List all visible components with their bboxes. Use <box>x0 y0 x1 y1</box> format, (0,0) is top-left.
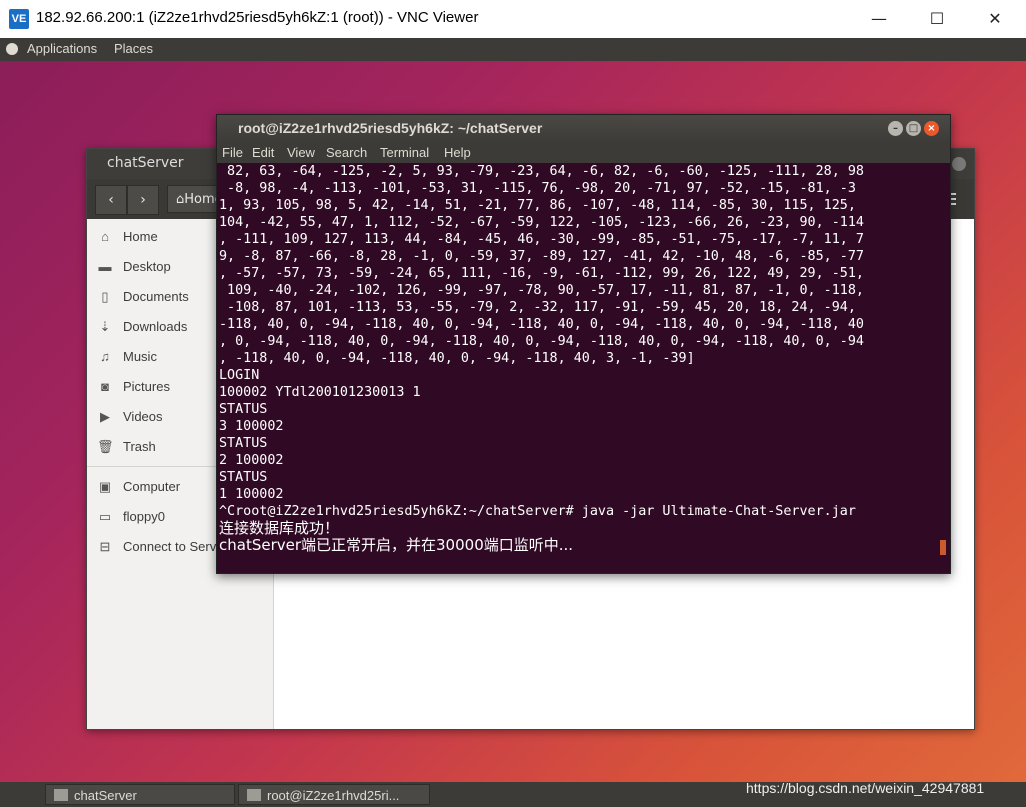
back-button[interactable]: ‹ <box>95 185 127 215</box>
terminal-line: 连接数据库成功！ <box>219 519 340 537</box>
close-button[interactable]: ✕ <box>966 0 1024 38</box>
applications-menu[interactable]: Applications <box>27 41 97 56</box>
terminal-line: -8, 98, -4, -113, -101, -53, 31, -115, 7… <box>219 181 856 196</box>
camera-icon: ◙ <box>101 379 109 394</box>
drive-icon: ▭ <box>98 509 112 524</box>
terminal-line: 104, -42, 55, 47, 1, 112, -52, -67, -59,… <box>219 215 864 230</box>
minimize-button[interactable]: — <box>850 0 908 38</box>
terminal-line: 109, -40, -24, -102, 126, -99, -97, -78,… <box>219 283 864 298</box>
terminal-minimize-icon[interactable]: – <box>888 121 903 136</box>
forward-button[interactable]: › <box>127 185 159 215</box>
maximize-button[interactable]: ☐ <box>908 0 966 38</box>
sidebar-item-label: floppy0 <box>123 509 165 524</box>
video-icon: ▶ <box>100 409 110 424</box>
sidebar-item-label: Videos <box>123 409 163 424</box>
top-panel: Applications Places <box>0 38 1026 61</box>
menu-view[interactable]: View <box>287 145 315 160</box>
vnc-logo-icon: VE <box>9 9 29 29</box>
terminal-line: 100002 YTdl200101230013 1 <box>219 385 421 400</box>
menu-search[interactable]: Search <box>326 145 367 160</box>
terminal-output[interactable]: 82, 63, -64, -125, -2, 5, 93, -79, -23, … <box>219 163 946 569</box>
document-icon: ▯ <box>101 289 109 304</box>
music-icon: ♫ <box>100 349 110 364</box>
terminal-line: ^Croot@iZ2ze1rhvd25riesd5yh6kZ:~/chatSer… <box>219 504 856 519</box>
sidebar-item-label: Trash <box>123 439 156 454</box>
file-manager-title: chatServer <box>107 155 184 171</box>
sidebar-item-label: Computer <box>123 479 181 494</box>
taskbar-item-chatserver[interactable]: chatServer <box>45 784 235 805</box>
terminal-cursor <box>940 540 946 555</box>
terminal-line: 9, -8, 87, -66, -8, 28, -1, 0, -59, 37, … <box>219 249 864 264</box>
sidebar-item-label: Desktop <box>123 259 171 274</box>
terminal-line: 1 100002 <box>219 487 284 502</box>
sidebar-item-label: Connect to Server <box>123 539 228 554</box>
home-icon: ⌂ <box>101 229 109 244</box>
menu-file[interactable]: File <box>222 145 243 160</box>
menu-terminal[interactable]: Terminal <box>380 145 429 160</box>
terminal-line: 82, 63, -64, -125, -2, 5, 93, -79, -23, … <box>219 164 864 179</box>
terminal-titlebar: root@iZ2ze1rhvd25riesd5yh6kZ: ~/chatServ… <box>217 115 950 143</box>
terminal-line: , -111, 109, 127, 113, 44, -84, -45, 46,… <box>219 232 864 247</box>
sidebar-item-label: Pictures <box>123 379 170 394</box>
terminal-line: LOGIN <box>219 368 260 383</box>
terminal-window: root@iZ2ze1rhvd25riesd5yh6kZ: ~/chatServ… <box>216 114 951 574</box>
sidebar-item-label: Documents <box>123 289 189 304</box>
desktop-icon: ▬ <box>98 259 112 274</box>
terminal-line: , 0, -94, -118, 40, 0, -94, -118, 40, 0,… <box>219 334 864 349</box>
terminal-line: STATUS <box>219 402 268 417</box>
network-icon: ⊟ <box>99 539 111 554</box>
sidebar-item-label: Downloads <box>123 319 188 334</box>
terminal-line: STATUS <box>219 436 268 451</box>
file-manager-close-icon[interactable] <box>952 157 966 171</box>
menu-help[interactable]: Help <box>444 145 471 160</box>
places-menu[interactable]: Places <box>114 41 153 56</box>
terminal-title: root@iZ2ze1rhvd25riesd5yh6kZ: ~/chatServ… <box>238 120 543 136</box>
ubuntu-desktop: Applications Places chatServer ‹ › ⌂ Home… <box>0 38 1026 782</box>
folder-icon <box>54 789 68 801</box>
terminal-icon <box>247 789 261 801</box>
terminal-line: , -118, 40, 0, -94, -118, 40, 0, -94, -1… <box>219 351 695 366</box>
terminal-line: chatServer端已正常开启，并在30000端口监听中... <box>219 536 574 554</box>
terminal-line: 1, 93, 105, 98, 5, 42, -14, 51, -21, 77,… <box>219 198 856 213</box>
menu-edit[interactable]: Edit <box>252 145 274 160</box>
terminal-line: -108, 87, 101, -113, 53, -55, -79, 2, -3… <box>219 300 856 315</box>
trash-icon: 🗑 <box>97 439 114 454</box>
terminal-close-icon[interactable]: × <box>924 121 939 136</box>
terminal-line: STATUS <box>219 470 268 485</box>
computer-icon: ▣ <box>98 479 112 494</box>
taskbar-item-terminal[interactable]: root@iZ2ze1rhvd25ri... <box>238 784 430 805</box>
terminal-line: -118, 40, 0, -94, -118, 40, 0, -94, -118… <box>219 317 864 332</box>
sidebar-item-label: Music <box>123 349 157 364</box>
terminal-line: 3 100002 <box>219 419 284 434</box>
vnc-titlebar: VE 182.92.66.200:1 (iZ2ze1rhvd25riesd5yh… <box>0 0 1026 39</box>
taskbar-item-label: chatServer <box>74 788 137 803</box>
vnc-window-title: 182.92.66.200:1 (iZ2ze1rhvd25riesd5yh6kZ… <box>36 9 479 26</box>
sidebar-item-label: Home <box>123 229 158 244</box>
taskbar-item-label: root@iZ2ze1rhvd25ri... <box>267 788 400 803</box>
applications-icon[interactable] <box>6 43 18 55</box>
watermark: https://blog.csdn.net/weixin_42947881 <box>746 780 985 796</box>
download-icon: ⇣ <box>99 319 111 334</box>
terminal-menubar: File Edit View Search Terminal Help <box>217 143 950 163</box>
terminal-line: 2 100002 <box>219 453 284 468</box>
terminal-maximize-icon[interactable]: □ <box>906 121 921 136</box>
terminal-line: , -57, -57, 73, -59, -24, 65, 111, -16, … <box>219 266 864 281</box>
